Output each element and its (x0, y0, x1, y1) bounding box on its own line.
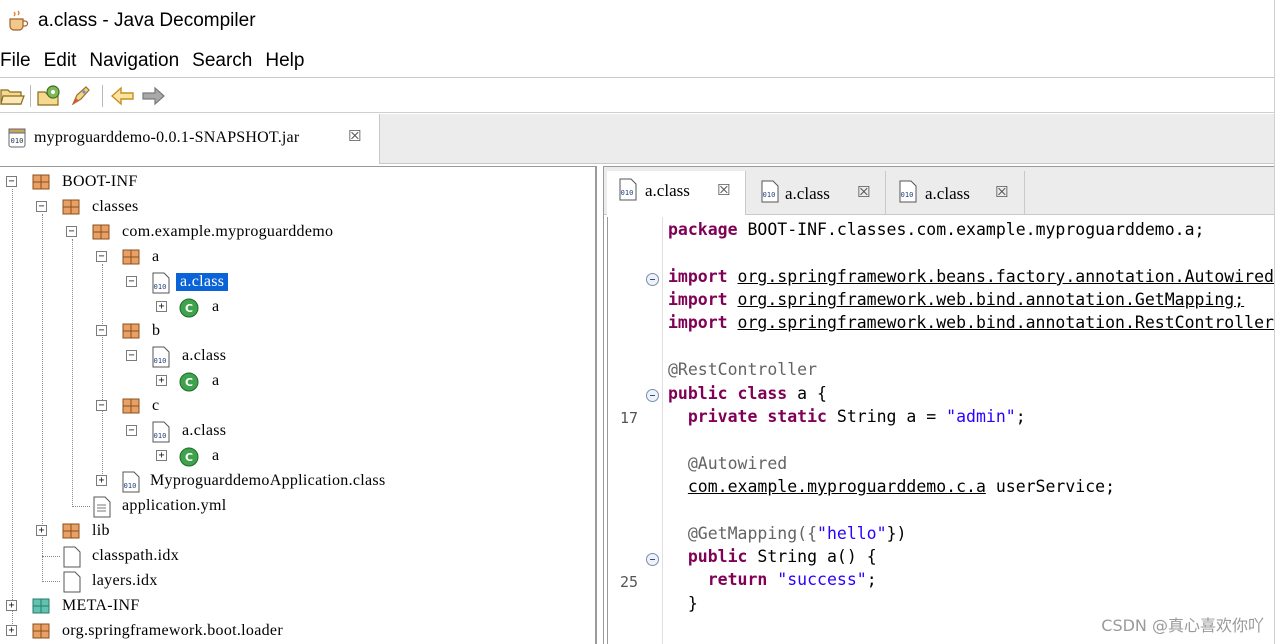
class-file-icon: 010 (761, 180, 779, 203)
blank-file-icon (63, 571, 81, 593)
class-file-icon: 010 (152, 346, 170, 368)
fold-toggle-icon[interactable] (646, 273, 659, 286)
toolbar-separator (102, 85, 103, 107)
package-icon (32, 174, 50, 190)
close-tab-icon[interactable]: ☒ (348, 127, 361, 145)
back-arrow-icon[interactable] (110, 84, 136, 108)
close-tab-icon[interactable]: ☒ (857, 183, 870, 201)
line-number: 25 (620, 573, 639, 591)
watermark: CSDN @真心喜欢你吖 (1101, 616, 1264, 635)
open-folder-icon[interactable] (0, 84, 26, 108)
package-icon (92, 224, 110, 240)
menu-search[interactable]: Search (192, 46, 252, 76)
svg-text:C: C (185, 451, 193, 464)
blank-file-icon (63, 546, 81, 568)
package-icon (62, 523, 80, 539)
code-line-return: return "success"; (707, 570, 877, 589)
file-tab-jar[interactable]: 010 myproguarddemo-0.0.1-SNAPSHOT.jar ☒ (0, 114, 380, 164)
code-line-autowired: @Autowired (687, 454, 788, 473)
editor-pane: 010 a.class ☒ 010 a.class ☒ 010 a.class … (603, 166, 1278, 644)
menu-navigation[interactable]: Navigation (89, 46, 179, 76)
class-c-icon: C (179, 298, 199, 318)
window-right-edge (1274, 0, 1278, 644)
toolbar (0, 77, 1278, 113)
code-line-class-decl: public class a { (668, 384, 827, 403)
menu-edit[interactable]: Edit (44, 46, 77, 76)
code-line-import: import org.springframework.beans.factory… (668, 267, 1278, 286)
editor-tab-1[interactable]: 010 a.class ☒ (607, 171, 746, 215)
package-icon (62, 199, 80, 215)
close-tab-icon[interactable]: ☒ (717, 181, 730, 199)
menu-help[interactable]: Help (265, 46, 304, 76)
coffee-cup-icon (9, 10, 29, 31)
forward-arrow-icon[interactable] (140, 84, 166, 108)
tree-guide (102, 264, 103, 484)
code-line-getmapping: @GetMapping({"hello"}) (687, 524, 907, 543)
close-tab-icon[interactable]: ☒ (995, 183, 1008, 201)
class-file-icon: 010 (619, 178, 637, 201)
folder-package-icon (32, 598, 50, 614)
class-file-icon: 010 (899, 180, 917, 203)
code-line-service: com.example.myproguarddemo.c.a userServi… (687, 477, 1116, 496)
package-icon (122, 323, 140, 339)
svg-text:010: 010 (11, 137, 24, 145)
open-type-icon[interactable] (36, 84, 62, 108)
code-line-package: package BOOT-INF.classes.com.example.myp… (668, 220, 1205, 239)
code-line-close: } (687, 594, 698, 613)
class-c-icon: C (179, 447, 199, 467)
svg-text:010: 010 (763, 191, 776, 199)
class-file-icon: 010 (122, 471, 140, 493)
svg-text:010: 010 (154, 432, 167, 440)
code-line-annotation: @RestController (668, 360, 818, 379)
jar-file-icon: 010 (8, 128, 26, 148)
tree-guide (12, 189, 13, 624)
fold-toggle-icon[interactable] (646, 553, 659, 566)
svg-text:C: C (185, 376, 193, 389)
title-bar: a.class - Java Decompiler (0, 0, 1278, 44)
file-tab-strip: 010 myproguarddemo-0.0.1-SNAPSHOT.jar ☒ (0, 114, 1278, 164)
code-line-import: import org.springframework.web.bind.anno… (668, 290, 1245, 309)
package-icon (32, 623, 50, 639)
code-line-field: private static String a = "admin"; (687, 407, 1026, 426)
svg-text:010: 010 (124, 482, 137, 490)
code-line-import: import org.springframework.web.bind.anno… (668, 313, 1278, 332)
svg-text:010: 010 (154, 283, 167, 291)
text-file-icon (93, 496, 111, 518)
editor-tab-strip: 010 a.class ☒ 010 a.class ☒ 010 a.class … (604, 167, 1278, 215)
code-line-method: public String a() { (687, 547, 877, 566)
class-file-icon: 010 (152, 421, 170, 443)
svg-text:C: C (185, 302, 193, 315)
file-tab-label: myproguarddemo-0.0.1-SNAPSHOT.jar (34, 129, 300, 146)
svg-text:010: 010 (621, 189, 634, 197)
tree-guide (72, 239, 73, 507)
svg-text:010: 010 (901, 191, 914, 199)
class-file-icon: 010 (152, 272, 170, 294)
svg-text:010: 010 (154, 357, 167, 365)
package-icon (122, 398, 140, 414)
package-tree: − BOOT-INF − classes − com.example.mypro… (0, 166, 597, 644)
window-title: a.class - Java Decompiler (38, 10, 256, 31)
code-editor[interactable]: 17 25 package BOOT-INF.classes.com.examp… (607, 217, 1278, 644)
toolbar-separator (30, 85, 31, 107)
search-rocket-icon[interactable] (68, 84, 94, 108)
class-c-icon: C (179, 372, 199, 392)
editor-tab-2[interactable]: 010 a.class ☒ (747, 171, 886, 215)
menu-file[interactable]: File (0, 46, 31, 76)
line-gutter: 17 25 (608, 217, 663, 644)
fold-toggle-icon[interactable] (646, 389, 659, 402)
package-icon (122, 249, 140, 265)
line-number: 17 (620, 409, 639, 427)
editor-tab-3[interactable]: 010 a.class ☒ (887, 171, 1025, 215)
menu-bar: File Edit Navigation Search Help (0, 46, 1278, 76)
